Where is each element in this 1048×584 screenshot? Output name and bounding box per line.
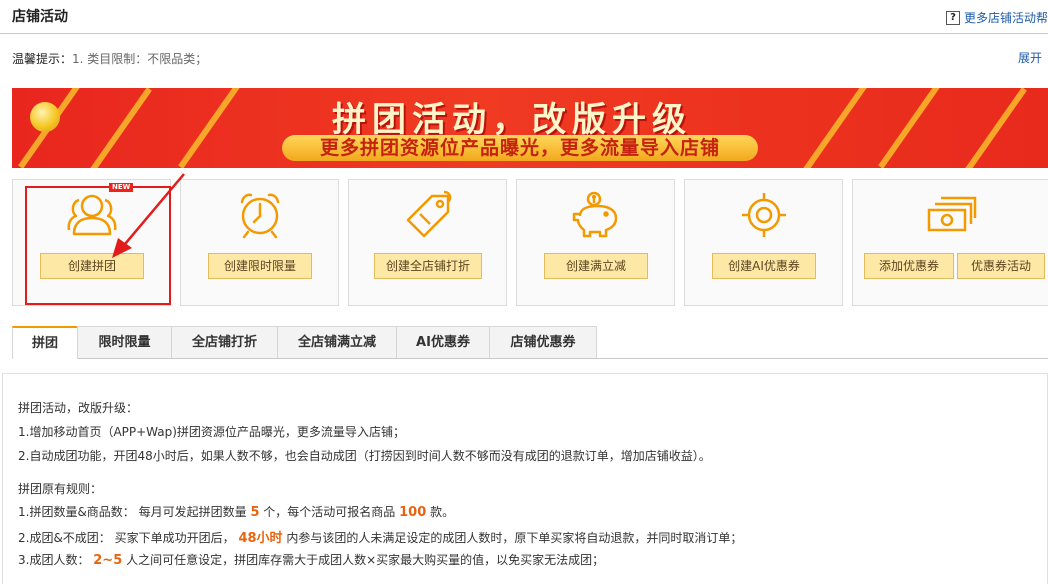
coupon-activity-button[interactable]: 优惠券活动 <box>957 253 1045 279</box>
rule-1: 1.拼团数量&商品数： 每月可发起拼团数量 5 个，每个活动可报名商品 100 … <box>18 503 454 520</box>
rule-1-number-2: 100 <box>399 505 427 520</box>
card-flash-sale: 创建限时限量 <box>180 179 339 306</box>
create-store-discount-button[interactable]: 创建全店铺打折 <box>374 253 482 279</box>
intro-line-1: 1.增加移动首页（APP+Wap)拼团资源位产品曝光，更多流量导入店铺； <box>18 425 405 439</box>
rule-3-text-b: 人之间可任意设定，拼团库存需大于成团人数×买家最大购买量的值，以免买家无法成团； <box>122 553 605 567</box>
help-link[interactable]: ? 更多店铺活动帮 <box>945 9 1048 26</box>
intro-line-2: 2.自动成团功能，开团48小时后，如果人数不够，也会自动成团（打捞因到时间人数不… <box>18 449 711 463</box>
tab-full-reduction[interactable]: 全店铺满立减 <box>277 326 397 358</box>
card-full-reduction: 创建满立减 <box>516 179 675 306</box>
rule-2-number-1: 48小时 <box>238 531 283 546</box>
tips-label: 温馨提示： <box>12 52 73 66</box>
rule-2-text-b: 内参与该团的人未满足设定的成团人数时，原下单买家将自动退款，并同时取消订单； <box>282 531 743 545</box>
help-icon: ? <box>945 10 960 25</box>
create-ai-coupon-button[interactable]: 创建AI优惠券 <box>712 253 816 279</box>
rule-3: 3.成团人数： 2~5 人之间可任意设定，拼团库存需大于成团人数×买家最大购买量… <box>18 551 604 568</box>
intro-title: 拼团活动，改版升级： <box>18 401 139 415</box>
create-full-reduction-button[interactable]: 创建满立减 <box>544 253 648 279</box>
create-flash-sale-button[interactable]: 创建限时限量 <box>208 253 312 279</box>
tab-store-coupon[interactable]: 店铺优惠券 <box>489 326 597 358</box>
card-store-discount: 创建全店铺打折 <box>348 179 507 306</box>
tab-ai-coupon[interactable]: AI优惠券 <box>396 326 490 358</box>
banner-subline: 更多拼团资源位产品曝光，更多流量导入店铺 <box>282 135 758 161</box>
alarm-clock-icon <box>240 193 279 239</box>
rule-3-number-1: 2~5 <box>93 553 123 568</box>
rule-3-text-a: 3.成团人数： <box>18 553 94 567</box>
tab-flash-sale[interactable]: 限时限量 <box>77 326 172 358</box>
help-link-label: 更多店铺活动帮 <box>963 11 1048 25</box>
header-divider <box>0 33 1048 34</box>
piggy-bank-icon <box>572 191 617 238</box>
card-ai-coupon: 创建AI优惠券 <box>684 179 843 306</box>
banner-headline: 拼团活动，改版升级 <box>332 100 692 140</box>
annotation-arrow-icon <box>112 173 185 258</box>
page-title: 店铺活动 <box>12 9 68 25</box>
money-stack-icon <box>927 196 977 232</box>
card-store-coupon: 添加优惠券 优惠券活动 <box>852 179 1048 306</box>
rule-1-text-c: 款。 <box>426 505 455 519</box>
tips: 温馨提示：1. 类目限制：不限品类； <box>12 50 207 67</box>
tips-value: 1. 类目限制：不限品类； <box>72 52 208 66</box>
rule-2-text-a: 2.成团&不成团： 买家下单成功开团后， <box>18 531 239 545</box>
target-icon <box>741 193 786 237</box>
rule-1-text-b: 个，每个活动可报名商品 <box>259 505 400 519</box>
tab-group-buy[interactable]: 拼团 <box>12 326 78 359</box>
expand-link[interactable]: 展开 <box>1018 49 1042 66</box>
promo-banner[interactable]: 拼团活动，改版升级 更多拼团资源位产品曝光，更多流量导入店铺 <box>12 88 1048 168</box>
rule-2: 2.成团&不成团： 买家下单成功开团后， 48小时 内参与该团的人未满足设定的成… <box>18 527 742 546</box>
rule-1-text-a: 1.拼团数量&商品数： 每月可发起拼团数量 <box>18 505 251 519</box>
add-coupon-button[interactable]: 添加优惠券 <box>864 253 954 279</box>
rules-title: 拼团原有规则： <box>18 482 103 496</box>
price-tag-icon <box>406 190 451 238</box>
tab-store-discount[interactable]: 全店铺打折 <box>171 326 278 358</box>
